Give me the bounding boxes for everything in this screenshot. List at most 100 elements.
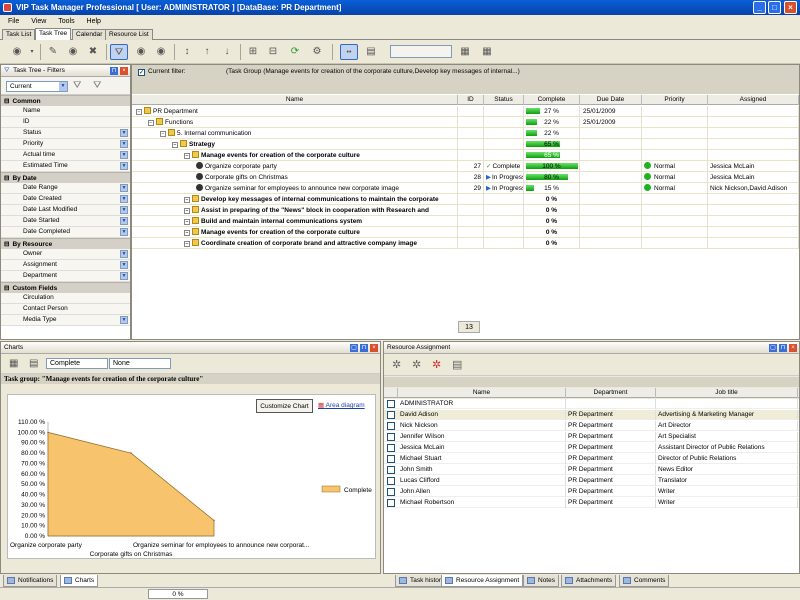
resource-checkbox[interactable] xyxy=(387,455,395,463)
col-priority[interactable]: Priority xyxy=(642,95,708,105)
chevron-down-icon[interactable]: ▼ xyxy=(120,206,128,214)
filter-field[interactable]: Date Completed ▼ xyxy=(1,227,130,238)
filter-field[interactable]: Actual time ▼ xyxy=(1,150,130,161)
chart-groupby-select[interactable]: None xyxy=(109,358,171,369)
menu-tools[interactable]: Tools xyxy=(58,18,74,25)
expand-icon[interactable]: − xyxy=(184,208,190,214)
menu-file[interactable]: File xyxy=(8,18,19,25)
resource-checkbox[interactable] xyxy=(387,488,395,496)
filter-field[interactable]: Department ▼ xyxy=(1,271,130,282)
collapse-icon[interactable]: ⊟ xyxy=(4,241,9,248)
filter-field[interactable]: Date Started ▼ xyxy=(1,216,130,227)
chevron-down-icon[interactable]: ▼ xyxy=(120,151,128,159)
resource-row[interactable]: Michael Stuart PR Department Director of P… xyxy=(384,454,799,464)
tab-notifications[interactable]: Notifications xyxy=(3,575,58,587)
tab-resource-assignment[interactable]: Resource Assignment xyxy=(441,575,524,587)
move-up-icon[interactable]: ↑ xyxy=(198,44,216,60)
find-task-icon[interactable]: ◉ xyxy=(132,44,150,60)
apply-filter-icon[interactable]: ⛛ xyxy=(73,80,81,91)
chevron-down-icon[interactable]: ▼ xyxy=(120,184,128,192)
expand-tree-icon[interactable]: ⊞ xyxy=(244,44,262,60)
col-id[interactable]: ID xyxy=(458,95,484,105)
pin-icon[interactable]: ⊓ xyxy=(779,344,787,352)
tree-row[interactable]: − Manage events for creation of the corpo… xyxy=(132,150,799,161)
new-task-icon[interactable]: ◉ xyxy=(8,44,26,60)
resource-row[interactable]: Michael Robertson PR Department Writer xyxy=(384,498,799,508)
tree-row[interactable]: Organize corporate party 27 ✓Complete 100 %… xyxy=(132,161,799,172)
filter-field[interactable]: Media Type ▼ xyxy=(1,315,130,326)
expand-icon[interactable]: − xyxy=(172,142,178,148)
tree-row[interactable]: − Build and maintain internal communicati… xyxy=(132,216,799,227)
view-mode-icon[interactable]: •• xyxy=(340,44,358,60)
chevron-down-icon[interactable]: ▼ xyxy=(120,195,128,203)
print-icon[interactable]: ▤ xyxy=(362,44,380,60)
copy-task-icon[interactable]: ◉ xyxy=(64,44,82,60)
chevron-down-icon[interactable]: ▼ xyxy=(120,140,128,148)
move-icon[interactable]: ↕ xyxy=(178,44,196,60)
filter-field[interactable]: Priority ▼ xyxy=(1,139,130,150)
close-icon[interactable]: × xyxy=(120,67,128,75)
col-job-title[interactable]: Job title xyxy=(656,388,798,398)
resource-checkbox[interactable] xyxy=(387,477,395,485)
collapse-icon[interactable]: ⊟ xyxy=(4,175,9,182)
tree-row[interactable]: Organize seminar for employees to announ… xyxy=(132,183,799,194)
filter-section[interactable]: ⊟ Custom Fields xyxy=(1,282,130,293)
clear-filter-icon[interactable]: ⛛ xyxy=(93,80,101,91)
float-icon[interactable]: ▢ xyxy=(350,344,358,352)
print-icon[interactable]: ▤ xyxy=(452,358,462,371)
tab-comments[interactable]: Comments xyxy=(619,575,670,587)
resource-row[interactable]: John Smith PR Department News Editor xyxy=(384,465,799,475)
tree-row[interactable]: − Strategy 65 % xyxy=(132,139,799,150)
col-status[interactable]: Status xyxy=(484,95,524,105)
tab-task-tree[interactable]: Task Tree xyxy=(35,28,72,40)
chevron-down-icon[interactable]: ▾ xyxy=(28,44,36,60)
resource-checkbox[interactable] xyxy=(387,433,395,441)
resource-row[interactable]: Jessica McLain PR Department Assistant Dir… xyxy=(384,443,799,453)
filter-field[interactable]: Name xyxy=(1,106,130,117)
chevron-down-icon[interactable]: ▼ xyxy=(120,272,128,280)
col-assigned[interactable]: Assigned xyxy=(708,95,799,105)
col-name[interactable]: Name xyxy=(132,95,458,105)
filter-section[interactable]: ⊟ By Resource xyxy=(1,238,130,249)
filter-section[interactable]: ⊟ By Date xyxy=(1,172,130,183)
chevron-down-icon[interactable]: ▼ xyxy=(120,129,128,137)
collapse-icon[interactable]: ⊟ xyxy=(4,98,9,105)
menu-help[interactable]: Help xyxy=(87,18,101,25)
resource-checkbox[interactable] xyxy=(387,499,395,507)
expand-icon[interactable]: − xyxy=(184,219,190,225)
col-complete[interactable]: Complete xyxy=(524,95,580,105)
expand-icon[interactable]: − xyxy=(184,230,190,236)
chevron-down-icon[interactable]: ▼ xyxy=(120,162,128,170)
expand-icon[interactable]: − xyxy=(160,131,166,137)
col-due-date[interactable]: Due Date xyxy=(580,95,642,105)
chevron-down-icon[interactable]: ▼ xyxy=(120,261,128,269)
resource-row[interactable]: Lucas Clifford PR Department Translator xyxy=(384,476,799,486)
tab-charts[interactable]: Charts xyxy=(60,575,99,587)
close-icon[interactable]: × xyxy=(789,344,797,352)
tab-resource-list[interactable]: Resource List xyxy=(105,29,153,40)
chevron-down-icon[interactable]: ▼ xyxy=(59,82,67,91)
chevron-down-icon[interactable]: ▼ xyxy=(120,217,128,225)
chart-icon[interactable]: ▦ xyxy=(9,358,18,369)
expand-icon[interactable]: − xyxy=(184,241,190,247)
resource-checkbox[interactable] xyxy=(387,400,395,408)
filter-field[interactable]: Status ▼ xyxy=(1,128,130,139)
font-combo[interactable] xyxy=(390,45,452,58)
filter-field[interactable]: Date Created ▼ xyxy=(1,194,130,205)
current-filter-checkbox[interactable]: ✓ xyxy=(138,69,145,76)
resource-row[interactable]: Nick Nickson PR Department Art Director xyxy=(384,421,799,431)
tab-calendar[interactable]: Calendar xyxy=(72,29,107,40)
menu-view[interactable]: View xyxy=(31,18,46,25)
style-icon[interactable]: ▦ xyxy=(456,44,474,60)
filter-section[interactable]: ⊟ Common xyxy=(1,95,130,106)
resource-checkbox[interactable] xyxy=(387,422,395,430)
resource-row[interactable]: David Adison PR Department Advertising & M… xyxy=(384,410,799,420)
tree-row[interactable]: − Functions 22 % 25/01/2009 xyxy=(132,117,799,128)
layout-icon[interactable]: ▦ xyxy=(478,44,496,60)
filter-field[interactable]: Circulation xyxy=(1,293,130,304)
close-button[interactable]: × xyxy=(784,1,797,14)
tree-row[interactable]: Corporate gifts on Christmas 28 ▶In Progre… xyxy=(132,172,799,183)
collapse-tree-icon[interactable]: ⊟ xyxy=(264,44,282,60)
float-icon[interactable]: ▢ xyxy=(769,344,777,352)
task-properties-icon[interactable]: ◉ xyxy=(152,44,170,60)
